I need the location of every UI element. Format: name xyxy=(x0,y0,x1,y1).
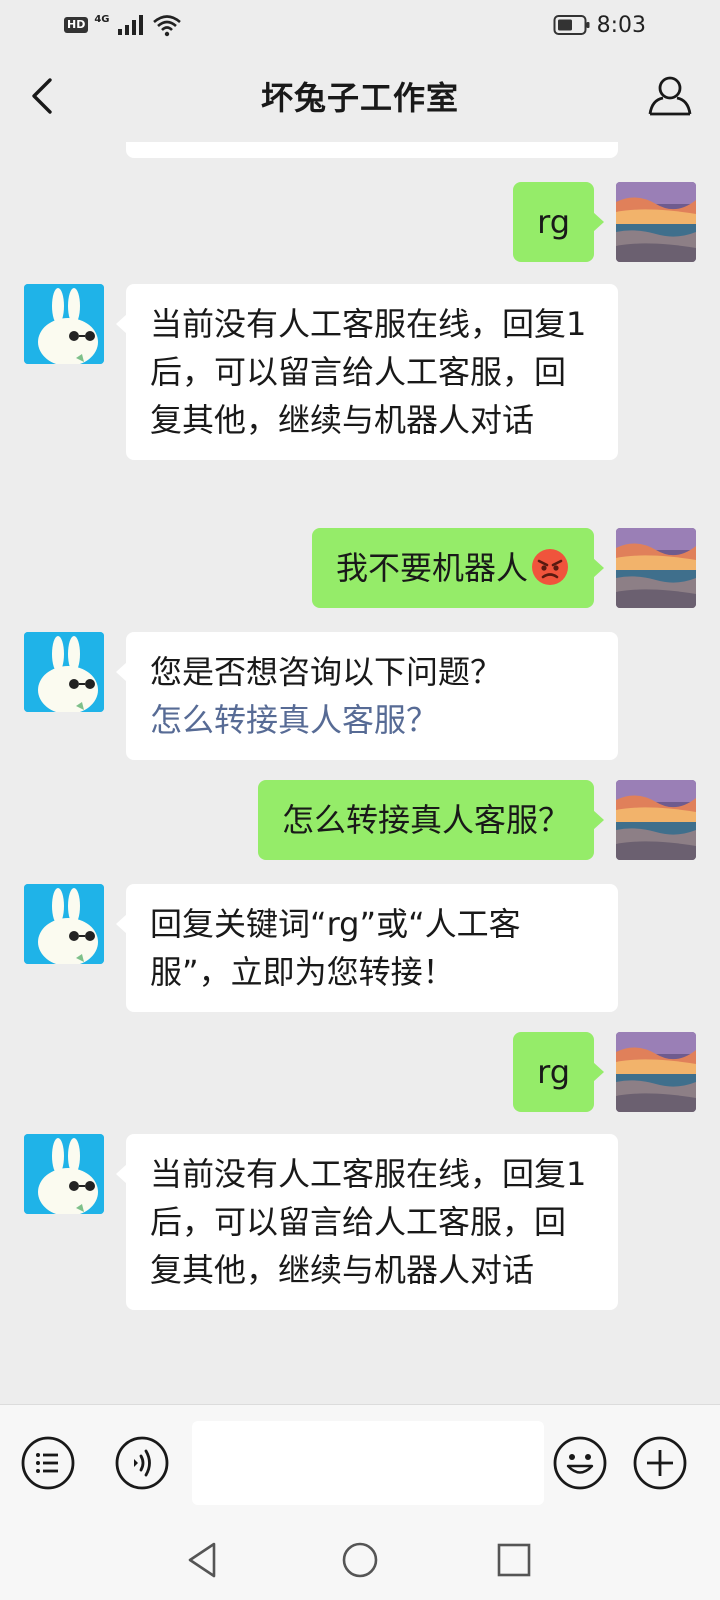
clock: 8:03 xyxy=(596,12,646,38)
wifi-icon xyxy=(152,15,181,37)
outgoing-bubble[interactable]: rg xyxy=(513,182,604,262)
chat-header: 坏兔子工作室 xyxy=(0,50,720,142)
message-text: 我不要机器人 xyxy=(335,549,528,587)
bot-avatar[interactable] xyxy=(24,884,104,964)
message-list[interactable]: rg 当前没有人工客服在线，回复1后，可以留言给人工客服，回复其他，继续与机器人… xyxy=(0,142,720,1404)
incoming-bubble[interactable]: 回复关键词“rg”或“人工客服”，立即为您转接！ xyxy=(116,884,618,1012)
outgoing-bubble[interactable]: 怎么转接真人客服？ xyxy=(257,780,605,860)
message-text: rg xyxy=(537,203,570,241)
message-text: 当前没有人工客服在线，回复1后，可以留言给人工客服，回复其他，继续与机器人对话 xyxy=(150,305,587,439)
rabbit-avatar-icon xyxy=(24,1134,104,1214)
incoming-bubble[interactable]: 当前没有人工客服在线，回复1后，可以留言给人工客服，回复其他，继续与机器人对话 xyxy=(116,1134,618,1310)
plus-icon[interactable] xyxy=(632,1435,688,1491)
outgoing-bubble[interactable]: rg xyxy=(513,1032,604,1112)
menu-list-icon[interactable] xyxy=(20,1435,76,1491)
user-avatar[interactable] xyxy=(616,1032,696,1112)
message-text: 回复关键词“rg”或“人工客服”，立即为您转接！ xyxy=(150,905,521,991)
signal-icon xyxy=(117,15,143,35)
status-right: 8:03 xyxy=(553,13,646,38)
incoming-bubble[interactable]: 您是否想咨询以下问题？ 怎么转接真人客服？ xyxy=(116,632,618,760)
message-text: 您是否想咨询以下问题？ xyxy=(150,653,503,691)
angry-face-emoji xyxy=(532,549,568,585)
user-avatar[interactable] xyxy=(616,182,696,262)
sunset-sea-avatar-icon xyxy=(616,780,696,860)
user-avatar[interactable] xyxy=(616,528,696,608)
bot-avatar[interactable] xyxy=(24,284,104,364)
message-text: 当前没有人工客服在线，回复1后，可以留言给人工客服，回复其他，继续与机器人对话 xyxy=(150,1155,587,1289)
home-circle-icon[interactable] xyxy=(338,1538,382,1582)
suggested-question-link[interactable]: 怎么转接真人客服？ xyxy=(150,696,594,744)
message-input[interactable] xyxy=(192,1421,544,1505)
recents-square-icon[interactable] xyxy=(492,1538,536,1582)
page-title: 坏兔子工作室 xyxy=(260,79,459,117)
bot-avatar[interactable] xyxy=(24,1134,104,1214)
battery-icon xyxy=(553,15,590,35)
voice-icon[interactable] xyxy=(114,1435,170,1491)
person-icon[interactable] xyxy=(646,72,694,120)
system-navigation-bar xyxy=(0,1520,720,1600)
user-avatar[interactable] xyxy=(616,780,696,860)
sunset-sea-avatar-icon xyxy=(616,182,696,262)
chevron-left-icon[interactable] xyxy=(22,74,66,118)
sunset-sea-avatar-icon xyxy=(616,528,696,608)
rabbit-avatar-icon xyxy=(24,632,104,712)
partial-message-bubble xyxy=(126,142,618,158)
message-text: 怎么转接真人客服？ xyxy=(281,801,570,839)
status-bar: HD 4G 8:03 xyxy=(0,0,720,50)
rabbit-avatar-icon xyxy=(24,884,104,964)
bot-avatar[interactable] xyxy=(24,632,104,712)
network-type: 4G xyxy=(94,14,110,25)
outgoing-bubble[interactable]: 我不要机器人 xyxy=(311,528,605,608)
message-text: rg xyxy=(537,1053,570,1091)
incoming-bubble[interactable]: 当前没有人工客服在线，回复1后，可以留言给人工客服，回复其他，继续与机器人对话 xyxy=(116,284,618,460)
back-triangle-icon[interactable] xyxy=(182,1538,226,1582)
input-bar xyxy=(0,1404,720,1520)
status-left: HD 4G xyxy=(64,13,182,37)
rabbit-avatar-icon xyxy=(24,284,104,364)
hd-badge: HD xyxy=(64,17,89,33)
sunset-sea-avatar-icon xyxy=(616,1032,696,1112)
smiley-icon[interactable] xyxy=(552,1435,608,1491)
